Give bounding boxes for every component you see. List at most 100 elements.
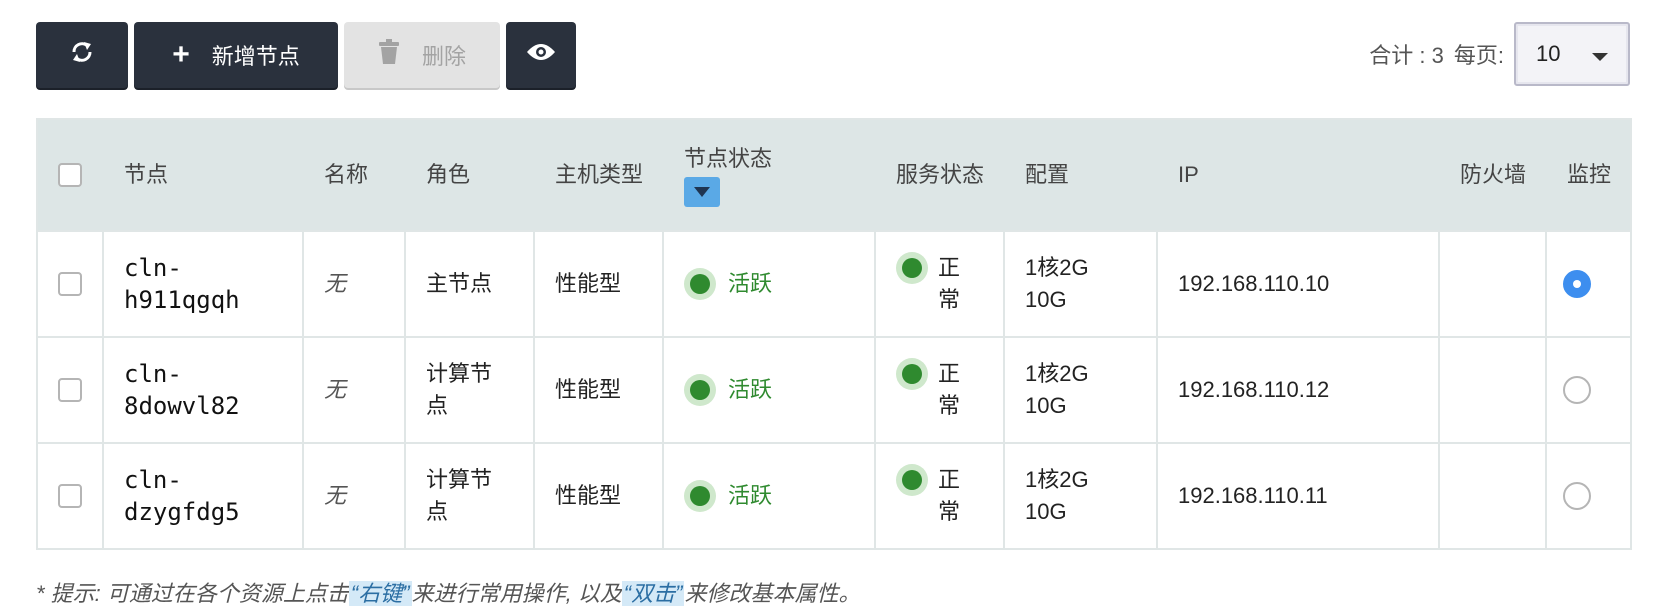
plus-icon: +: [172, 38, 190, 71]
column-header-name[interactable]: 名称: [304, 120, 406, 230]
node-config: 1核2G 10G: [1005, 338, 1158, 442]
add-node-label: 新增节点: [211, 44, 300, 69]
column-header-monitor[interactable]: 监控: [1547, 120, 1630, 230]
per-page-label: 每页:: [1453, 43, 1504, 68]
row-select-cell: [38, 338, 104, 442]
node-status-header-label: 节点状态: [684, 146, 773, 171]
node-status-text: 活跃: [728, 483, 773, 508]
column-header-firewall[interactable]: 防火墙: [1440, 120, 1547, 230]
monitor-cell: [1547, 444, 1630, 548]
table-row[interactable]: cln- h911qgqh 无 主节点 性能型 活跃 正常 1核2G 10G 1…: [38, 230, 1630, 336]
hint-middle: 来进行常用操作, 以及: [411, 581, 622, 606]
caret-down-icon: [694, 187, 710, 197]
pagination-info: 合计 : 3 每页: 10: [1369, 22, 1630, 86]
column-header-node[interactable]: 节点: [104, 120, 304, 230]
config-disk: 10G: [1025, 499, 1067, 524]
delete-button[interactable]: 删除: [344, 22, 500, 88]
host-type: 性能型: [535, 444, 664, 548]
service-ok-icon: [896, 464, 928, 496]
node-name: 无: [304, 444, 406, 548]
column-header-host-type[interactable]: 主机类型: [535, 120, 664, 230]
delete-label: 删除: [421, 44, 466, 69]
view-button[interactable]: [506, 22, 576, 88]
service-status-text: 正常: [938, 467, 961, 524]
service-status-text: 正常: [938, 361, 961, 418]
node-id[interactable]: cln- 8dowvl82: [104, 338, 304, 442]
table-row[interactable]: cln- dzygfdg5 无 计算节点 性能型 活跃 正常 1核2G 10G …: [38, 442, 1630, 548]
node-ip: 192.168.110.12: [1158, 338, 1440, 442]
node-config: 1核2G 10G: [1005, 444, 1158, 548]
column-header-config[interactable]: 配置: [1005, 120, 1158, 230]
node-status: 活跃: [664, 444, 876, 548]
node-id[interactable]: cln- dzygfdg5: [104, 444, 304, 548]
node-status: 活跃: [664, 338, 876, 442]
monitor-radio[interactable]: [1563, 376, 1591, 404]
column-header-ip[interactable]: IP: [1158, 120, 1440, 230]
node-role: 计算节点: [406, 444, 535, 548]
table-row[interactable]: cln- 8dowvl82 无 计算节点 性能型 活跃 正常 1核2G 10G …: [38, 336, 1630, 442]
hint-suffix: 来修改基本属性。: [684, 581, 861, 606]
per-page-value: 10: [1536, 41, 1561, 66]
refresh-button[interactable]: [36, 22, 128, 88]
service-ok-icon: [896, 252, 928, 284]
total-count: 合计 : 3: [1369, 43, 1444, 68]
row-select-cell: [38, 232, 104, 336]
eye-icon: [526, 42, 556, 68]
service-status: 正常: [876, 444, 1005, 548]
column-header-role[interactable]: 角色: [406, 120, 535, 230]
refresh-icon: [68, 38, 96, 72]
row-select-cell: [38, 444, 104, 548]
service-status-text: 正常: [938, 255, 961, 312]
config-cpu-mem: 1核2G: [1025, 361, 1089, 386]
node-status-text: 活跃: [728, 271, 773, 296]
row-checkbox[interactable]: [58, 484, 82, 508]
node-firewall: [1440, 338, 1547, 442]
config-cpu-mem: 1核2G: [1025, 467, 1089, 492]
select-all-cell: [38, 120, 104, 230]
column-header-node-status[interactable]: 节点状态: [664, 120, 876, 230]
usage-hint: * 提示: 可通过在各个资源上点击“右键”来进行常用操作, 以及“双击”来修改基…: [36, 576, 860, 608]
monitor-cell: [1547, 338, 1630, 442]
node-ip: 192.168.110.11: [1158, 444, 1440, 548]
node-id-line1: cln-: [124, 466, 182, 494]
node-id[interactable]: cln- h911qgqh: [104, 232, 304, 336]
monitor-radio[interactable]: [1563, 482, 1591, 510]
select-all-checkbox[interactable]: [58, 163, 82, 187]
node-table: 节点 名称 角色 主机类型 节点状态 服务状态 配置 IP 防火墙 监控 cln…: [36, 118, 1632, 550]
service-status: 正常: [876, 232, 1005, 336]
node-id-line2: dzygfdg5: [124, 498, 240, 526]
node-role: 计算节点: [406, 338, 535, 442]
chevron-down-icon: [1592, 53, 1608, 61]
config-disk: 10G: [1025, 393, 1067, 418]
node-role: 主节点: [406, 232, 535, 336]
node-name: 无: [304, 338, 406, 442]
monitor-radio[interactable]: [1563, 270, 1591, 298]
hint-prefix: * 提示: 可通过在各个资源上点击: [36, 581, 349, 606]
node-firewall: [1440, 232, 1547, 336]
node-firewall: [1440, 444, 1547, 548]
column-header-service-status[interactable]: 服务状态: [876, 120, 1005, 230]
node-status-text: 活跃: [728, 377, 773, 402]
per-page-select[interactable]: 10: [1514, 22, 1630, 86]
status-active-icon: [684, 480, 716, 512]
service-ok-icon: [896, 358, 928, 390]
add-node-button[interactable]: + 新增节点: [134, 22, 338, 88]
node-status: 活跃: [664, 232, 876, 336]
status-active-icon: [684, 374, 716, 406]
node-id-line1: cln-: [124, 360, 182, 388]
node-name: 无: [304, 232, 406, 336]
hint-right-click: “右键”: [348, 581, 412, 606]
node-id-line2: 8dowvl82: [124, 392, 240, 420]
host-type: 性能型: [535, 232, 664, 336]
node-id-line2: h911qgqh: [124, 286, 240, 314]
node-config: 1核2G 10G: [1005, 232, 1158, 336]
table-header: 节点 名称 角色 主机类型 节点状态 服务状态 配置 IP 防火墙 监控: [38, 120, 1630, 230]
host-type: 性能型: [535, 338, 664, 442]
row-checkbox[interactable]: [58, 272, 82, 296]
config-cpu-mem: 1核2G: [1025, 255, 1089, 280]
node-ip: 192.168.110.10: [1158, 232, 1440, 336]
trash-icon: [378, 39, 400, 71]
row-checkbox[interactable]: [58, 378, 82, 402]
status-active-icon: [684, 268, 716, 300]
filter-dropdown-button[interactable]: [684, 177, 720, 207]
